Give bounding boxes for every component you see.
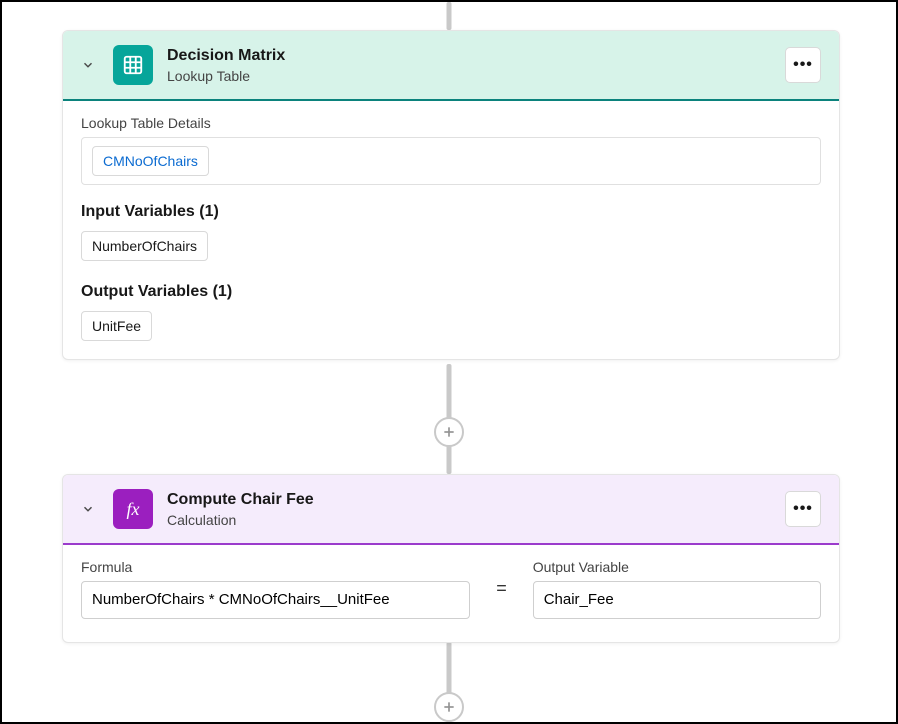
node-titles: Decision Matrix Lookup Table <box>167 46 785 83</box>
node-title: Decision Matrix <box>167 46 785 65</box>
formula-label: Formula <box>81 559 470 575</box>
node-subtitle: Calculation <box>167 512 785 528</box>
formula-column: Formula <box>81 559 470 624</box>
node-body: Formula = Output Variable <box>63 545 839 642</box>
connector-line <box>447 2 452 30</box>
plus-icon <box>441 699 457 715</box>
node-body: Lookup Table Details CMNoOfChairs Input … <box>63 101 839 359</box>
output-variable-input[interactable] <box>533 581 821 619</box>
calculation-row: Formula = Output Variable <box>81 559 821 624</box>
collapse-toggle[interactable] <box>77 54 99 76</box>
node-titles: Compute Chair Fee Calculation <box>167 490 785 527</box>
calculation-node: fx Compute Chair Fee Calculation ••• For… <box>62 474 840 643</box>
chevron-down-icon <box>81 58 95 72</box>
node-header: Decision Matrix Lookup Table ••• <box>63 31 839 101</box>
decision-matrix-node: Decision Matrix Lookup Table ••• Lookup … <box>62 30 840 360</box>
equals-sign: = <box>496 578 507 605</box>
lookup-details-field[interactable]: CMNoOfChairs <box>81 137 821 185</box>
add-node-button[interactable] <box>434 417 464 447</box>
input-variables-heading: Input Variables (1) <box>81 203 821 221</box>
input-variable-chip[interactable]: NumberOfChairs <box>81 231 208 261</box>
calculation-icon: fx <box>113 489 153 529</box>
more-icon: ••• <box>793 56 813 74</box>
more-actions-button[interactable]: ••• <box>785 491 821 527</box>
lookup-table-icon <box>113 45 153 85</box>
more-actions-button[interactable]: ••• <box>785 47 821 83</box>
lookup-details-label: Lookup Table Details <box>81 115 821 131</box>
chevron-down-icon <box>81 502 95 516</box>
flow-canvas: Decision Matrix Lookup Table ••• Lookup … <box>0 0 898 724</box>
fx-icon: fx <box>127 499 140 520</box>
output-variable-chip[interactable]: UnitFee <box>81 311 152 341</box>
output-variables-heading: Output Variables (1) <box>81 283 821 301</box>
output-variable-label: Output Variable <box>533 559 821 575</box>
collapse-toggle[interactable] <box>77 498 99 520</box>
lookup-details-chip[interactable]: CMNoOfChairs <box>92 146 209 176</box>
add-node-button[interactable] <box>434 692 464 722</box>
formula-input[interactable] <box>81 581 470 619</box>
more-icon: ••• <box>793 500 813 518</box>
plus-icon <box>441 424 457 440</box>
node-title: Compute Chair Fee <box>167 490 785 509</box>
output-column: Output Variable <box>533 559 821 624</box>
node-header: fx Compute Chair Fee Calculation ••• <box>63 475 839 545</box>
node-subtitle: Lookup Table <box>167 68 785 84</box>
